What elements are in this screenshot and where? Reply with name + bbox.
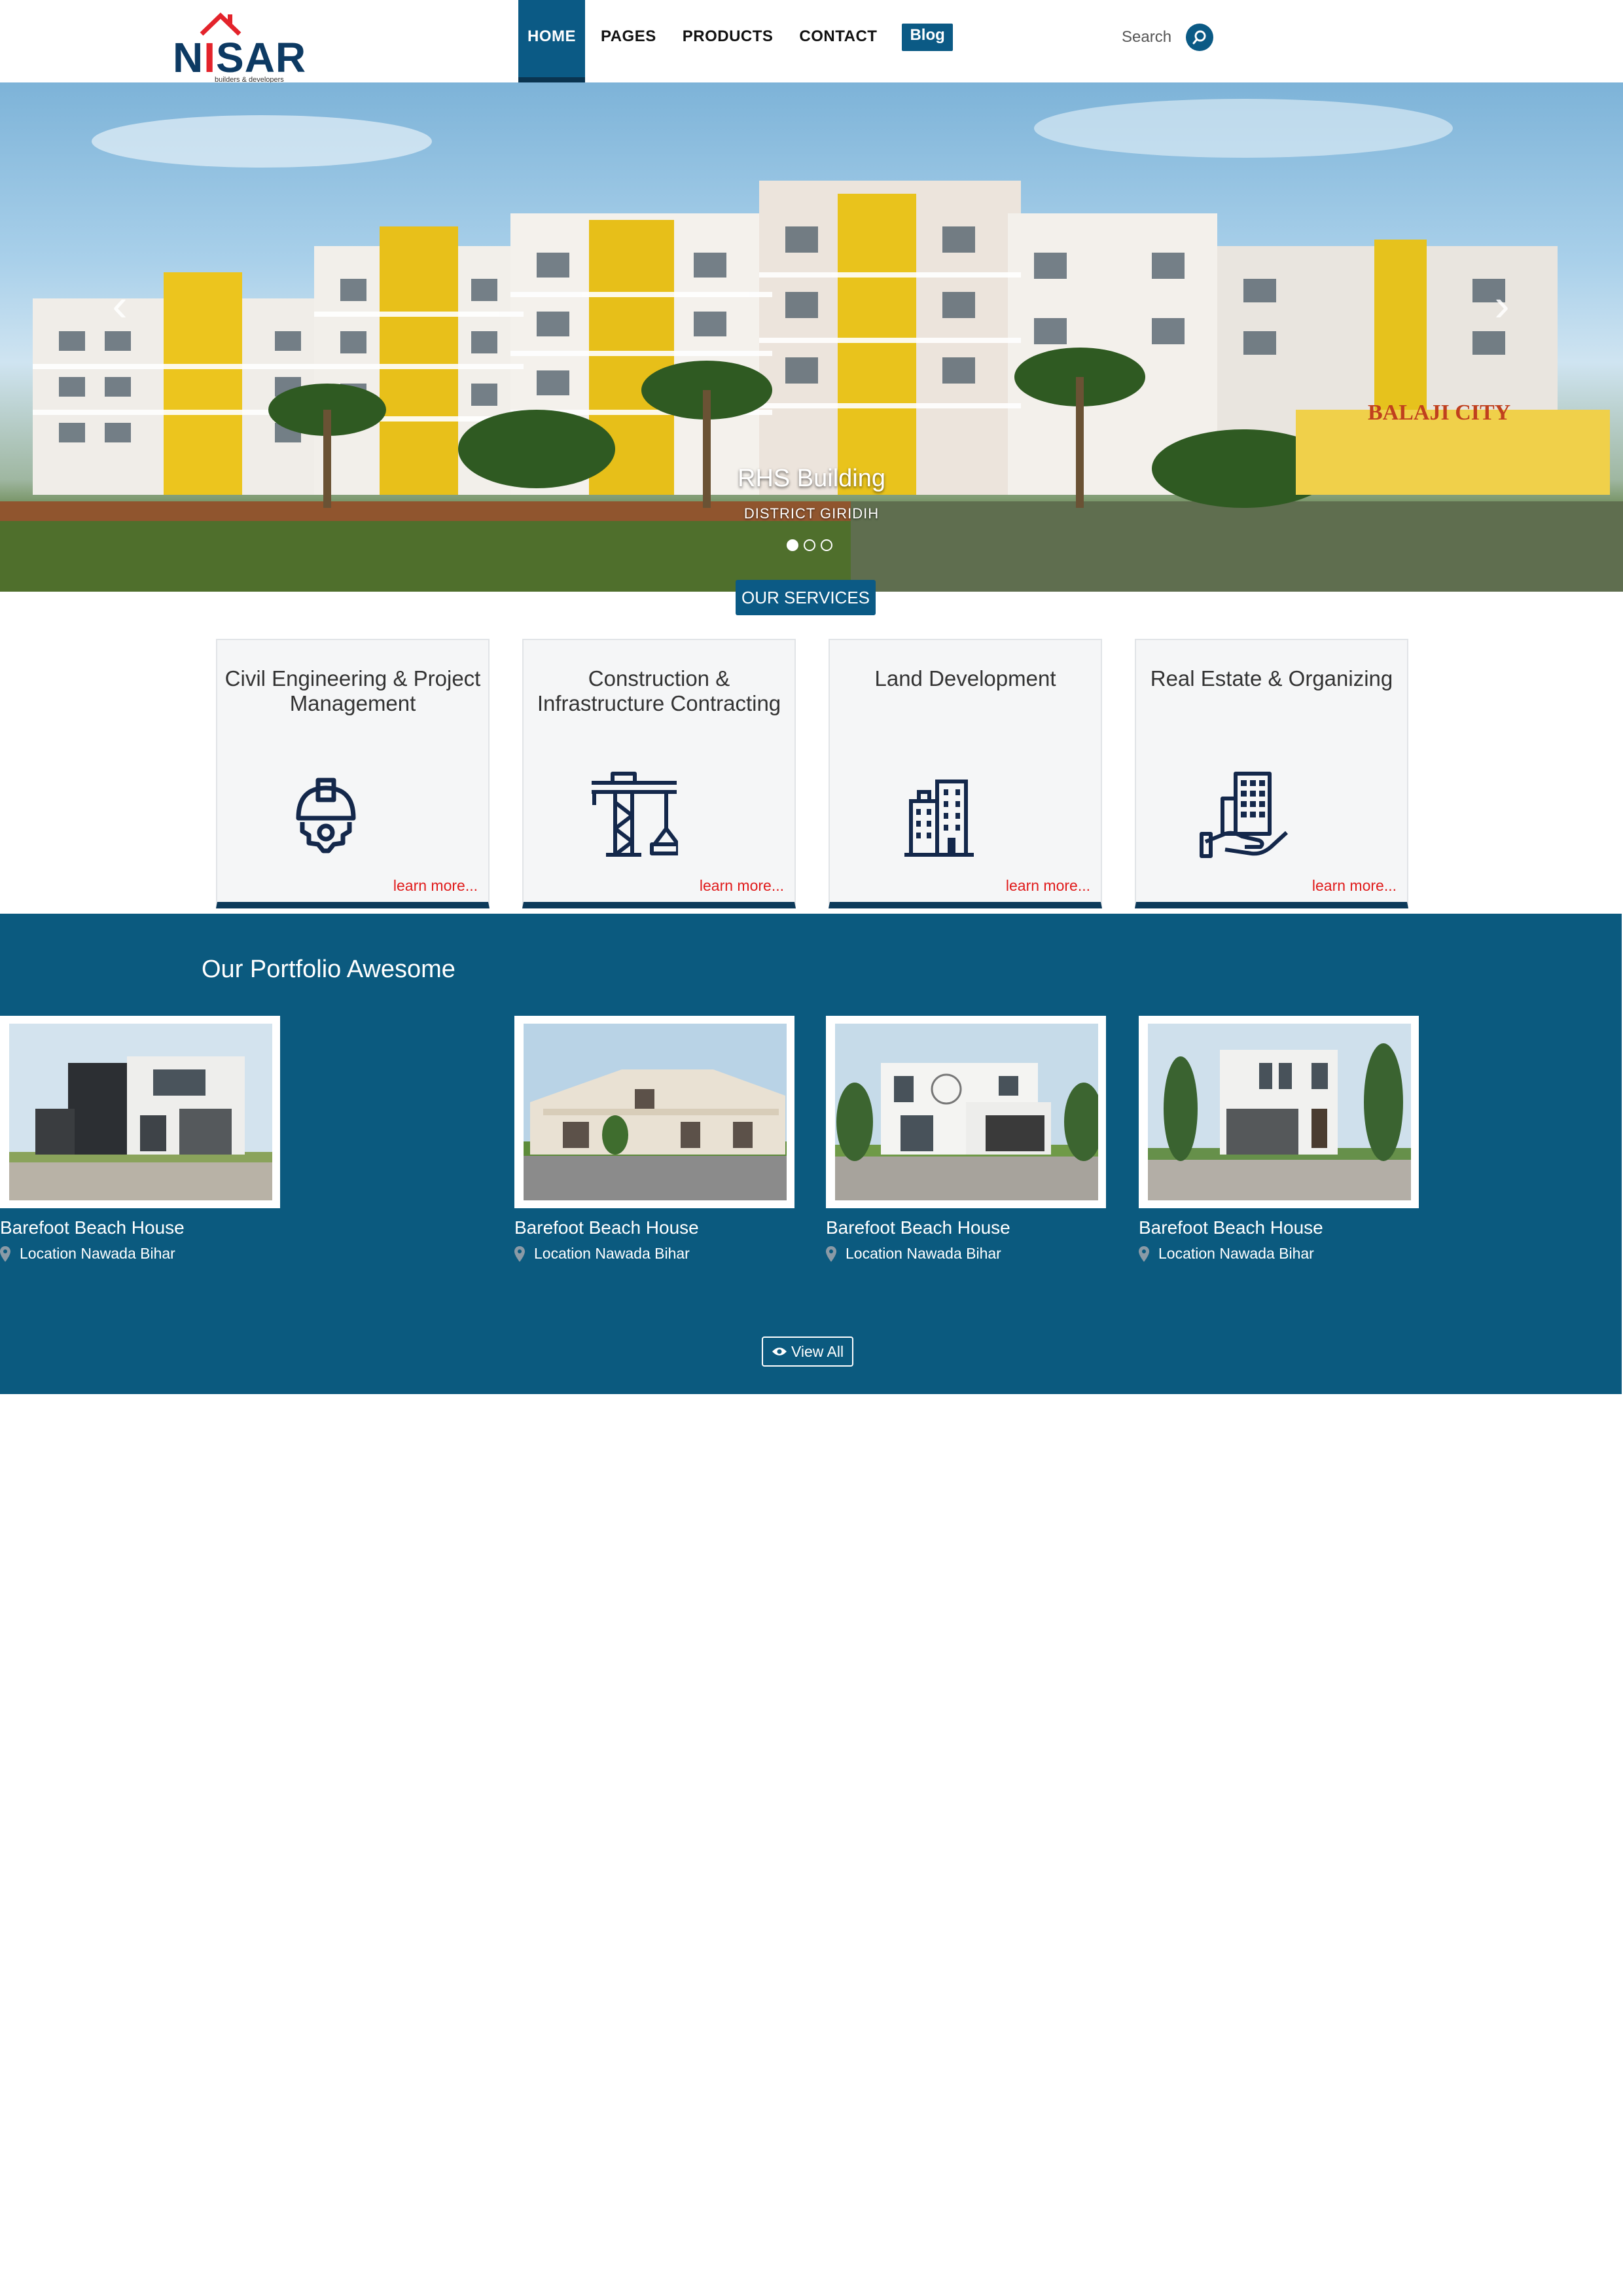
- portfolio-image-frame[interactable]: [0, 1016, 280, 1208]
- service-card[interactable]: Land Development learn more...: [829, 639, 1102, 908]
- portfolio-house-image: [524, 1024, 787, 1200]
- search-label[interactable]: Search: [1122, 28, 1171, 46]
- service-title: Land Development: [874, 666, 1056, 691]
- nav-contact[interactable]: CONTACT: [799, 0, 877, 82]
- view-all-label: View All: [791, 1342, 844, 1360]
- portfolio-heading: Our Portfolio Awesome: [202, 956, 455, 983]
- service-title: Real Estate & Organizing: [1150, 666, 1393, 691]
- site-header: NISAR builders & developers HOME PAGES P…: [0, 0, 1623, 84]
- portfolio-section: Our Portfolio Awesome Barefoot Beach Hou…: [0, 914, 1622, 1394]
- portfolio-location: Location Nawada Bihar: [826, 1245, 1106, 1263]
- portfolio-image-frame[interactable]: [1139, 1016, 1419, 1208]
- learn-more-link[interactable]: learn more...: [393, 877, 478, 895]
- learn-more-link[interactable]: learn more...: [1312, 877, 1397, 895]
- nav-products[interactable]: PRODUCTS: [683, 0, 774, 82]
- hero-slider[interactable]: BALAJI CITY ‹ › RHS Building DISTRICT GI…: [0, 82, 1623, 592]
- slide-caption-title: RHS Building: [738, 465, 885, 492]
- portfolio-location: Location Nawada Bihar: [0, 1245, 280, 1263]
- hand-building-icon: [1200, 772, 1289, 858]
- slider-dot[interactable]: [787, 539, 798, 551]
- learn-more-link[interactable]: learn more...: [700, 877, 784, 895]
- nav-pages[interactable]: PAGES: [601, 0, 656, 82]
- location-text: Location Nawada Bihar: [534, 1245, 690, 1262]
- service-card[interactable]: Real Estate & Organizing learn more...: [1135, 639, 1408, 908]
- portfolio-house-image: [9, 1024, 272, 1200]
- logo-wordmark: NISAR: [173, 34, 307, 81]
- location-pin-icon: [0, 1246, 10, 1262]
- portfolio-house-image: [835, 1024, 1098, 1200]
- helmet-gear-icon: [296, 778, 356, 853]
- location-text: Location Nawada Bihar: [20, 1245, 175, 1262]
- service-card[interactable]: Civil Engineering & Project Management l…: [216, 639, 490, 908]
- search-box[interactable]: Search: [1122, 24, 1214, 51]
- main-nav: HOME PAGES PRODUCTS CONTACT Blog: [518, 0, 953, 82]
- slider-dots: [787, 539, 832, 551]
- location-text: Location Nawada Bihar: [846, 1245, 1001, 1262]
- services-list: Civil Engineering & Project Management l…: [216, 639, 1408, 908]
- slide-caption-subtitle: DISTRICT GIRIDIH: [743, 505, 880, 522]
- buildings-icon: [904, 780, 974, 857]
- portfolio-location: Location Nawada Bihar: [1139, 1245, 1419, 1263]
- slider-prev-arrow[interactable]: ‹: [103, 279, 136, 331]
- hero-sign-text: BALAJI CITY: [1368, 401, 1510, 425]
- services-heading-badge: OUR SERVICES: [736, 580, 876, 615]
- portfolio-card[interactable]: Barefoot Beach House Location Nawada Bih…: [514, 1016, 794, 1263]
- portfolio-image-frame[interactable]: [826, 1016, 1106, 1208]
- search-button[interactable]: [1186, 24, 1214, 51]
- location-text: Location Nawada Bihar: [1158, 1245, 1314, 1262]
- service-title: Civil Engineering & Project Management: [224, 666, 481, 715]
- site-logo[interactable]: NISAR builders & developers: [171, 10, 306, 84]
- portfolio-item-name[interactable]: Barefoot Beach House: [826, 1217, 1106, 1238]
- eye-icon: [772, 1348, 787, 1355]
- crane-icon: [592, 772, 678, 857]
- portfolio-location: Location Nawada Bihar: [514, 1245, 794, 1263]
- portfolio-house-image: [1148, 1024, 1411, 1200]
- slider-dot[interactable]: [804, 539, 815, 551]
- service-card[interactable]: Construction & Infrastructure Contractin…: [522, 639, 796, 908]
- nav-blog-button[interactable]: Blog: [902, 24, 953, 51]
- slider-next-arrow[interactable]: ›: [1486, 279, 1518, 331]
- portfolio-card[interactable]: Barefoot Beach House Location Nawada Bih…: [1139, 1016, 1419, 1263]
- learn-more-link[interactable]: learn more...: [1006, 877, 1090, 895]
- portfolio-card[interactable]: Barefoot Beach House Location Nawada Bih…: [0, 1016, 280, 1263]
- service-title: Construction & Infrastructure Contractin…: [537, 666, 781, 715]
- view-all-button[interactable]: View All: [762, 1336, 853, 1367]
- location-pin-icon: [1139, 1246, 1149, 1262]
- portfolio-card[interactable]: Barefoot Beach House Location Nawada Bih…: [826, 1016, 1106, 1263]
- slider-dot[interactable]: [821, 539, 832, 551]
- location-pin-icon: [514, 1246, 525, 1262]
- portfolio-item-name[interactable]: Barefoot Beach House: [1139, 1217, 1419, 1238]
- search-icon: [1192, 30, 1206, 45]
- portfolio-item-name[interactable]: Barefoot Beach House: [514, 1217, 794, 1238]
- portfolio-image-frame[interactable]: [514, 1016, 794, 1208]
- nav-home[interactable]: HOME: [518, 0, 585, 82]
- location-pin-icon: [826, 1246, 836, 1262]
- portfolio-item-name[interactable]: Barefoot Beach House: [0, 1217, 280, 1238]
